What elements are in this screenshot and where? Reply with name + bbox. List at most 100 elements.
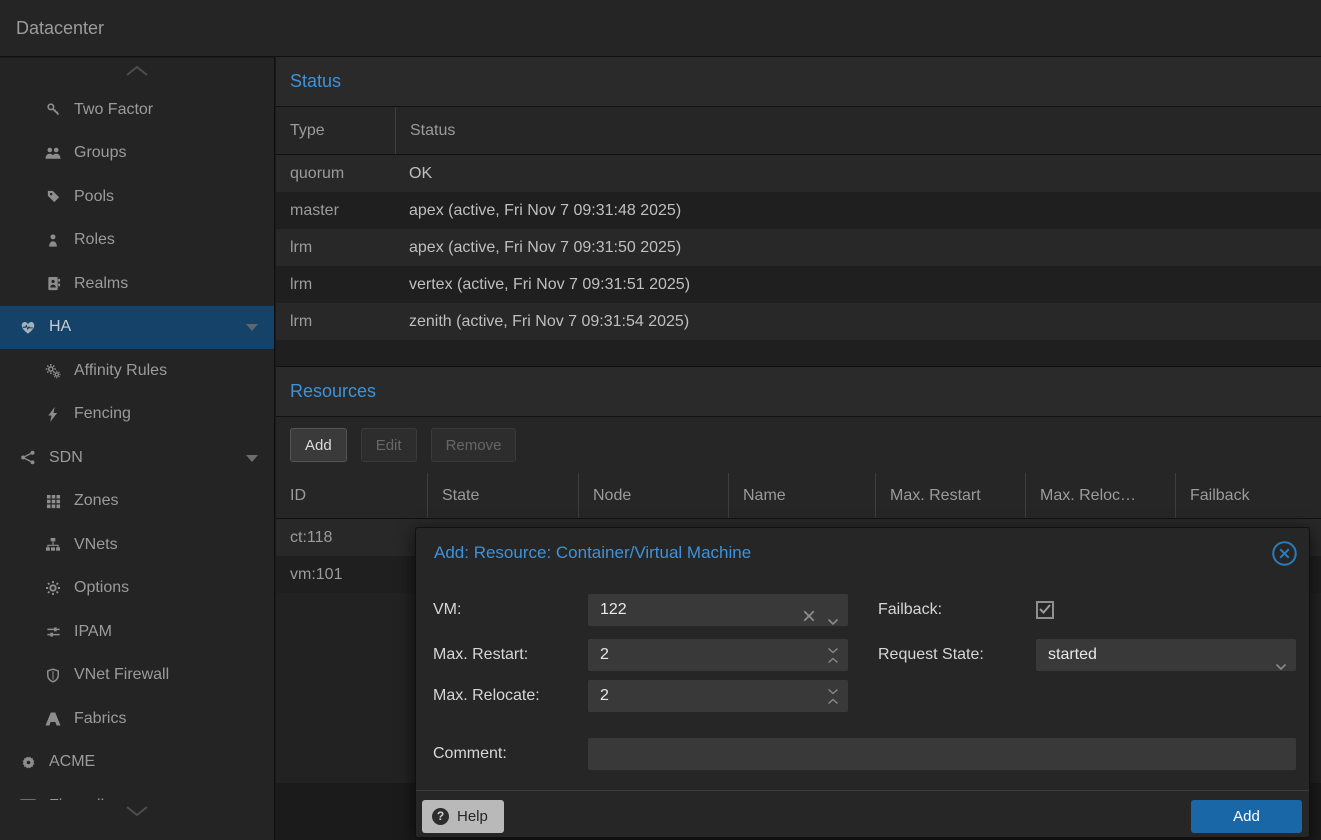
help-button[interactable]: ? Help [422, 800, 504, 833]
sidebar-item-label: Pools [74, 188, 114, 206]
request-state-value: started [1048, 646, 1097, 663]
failback-label: Failback: [878, 594, 942, 626]
resource-id-cell: vm:101 [276, 556, 427, 593]
column-header-name[interactable]: Name [728, 473, 875, 518]
dialog-title: Add: Resource: Container/Virtual Machine [434, 543, 751, 563]
spinner-down-icon[interactable] [827, 634, 839, 666]
column-header-max-restart[interactable]: Max. Restart [875, 473, 1025, 518]
max-relocate-label: Max. Relocate: [433, 680, 540, 712]
vm-combobox[interactable]: 122 [588, 594, 848, 626]
column-header-status[interactable]: Status [395, 107, 1321, 154]
sidebar-item-pools[interactable]: Pools [0, 175, 274, 219]
tags-icon [42, 189, 64, 204]
table-row[interactable]: master apex (active, Fri Nov 7 09:31:48 … [276, 192, 1321, 229]
status-type-cell: lrm [276, 266, 395, 303]
user-icon [42, 233, 64, 248]
chevron-down-icon[interactable] [246, 324, 258, 331]
sidebar-item-label: Roles [74, 231, 115, 249]
comment-input[interactable] [588, 738, 1296, 770]
table-row[interactable]: lrm vertex (active, Fri Nov 7 09:31:51 2… [276, 266, 1321, 303]
sidebar-item-two-factor[interactable]: Two Factor [0, 88, 274, 132]
table-row[interactable]: lrm zenith (active, Fri Nov 7 09:31:54 2… [276, 303, 1321, 340]
sidebar-item-fencing[interactable]: Fencing [0, 393, 274, 437]
sidebar-item-vnets[interactable]: VNets [0, 523, 274, 567]
column-header-max-relocate[interactable]: Max. Reloc… [1025, 473, 1175, 518]
chevron-down-icon[interactable] [246, 455, 258, 462]
sidebar-item-affinity-rules[interactable]: Affinity Rules [0, 349, 274, 393]
status-type-cell: lrm [276, 229, 395, 266]
sidebar-item-label: Zones [74, 492, 118, 510]
sidebar-item-label: Options [74, 579, 129, 597]
request-state-label: Request State: [878, 639, 984, 671]
column-header-type[interactable]: Type [276, 107, 395, 154]
sidebar-item-vnet-firewall[interactable]: VNet Firewall [0, 654, 274, 698]
column-header-failback[interactable]: Failback [1175, 473, 1321, 518]
status-value-cell: apex (active, Fri Nov 7 09:31:50 2025) [395, 229, 1321, 266]
column-header-id[interactable]: ID [276, 473, 427, 518]
users-icon [42, 146, 64, 160]
failback-checkbox[interactable] [1036, 601, 1054, 619]
sidebar-item-label: Realms [74, 275, 128, 293]
close-icon[interactable] [1270, 539, 1298, 567]
sidebar-item-firewall[interactable]: Firewall [0, 784, 274, 800]
dialog-footer-divider [416, 790, 1309, 791]
max-restart-label: Max. Restart: [433, 639, 528, 671]
sidebar-item-label: VNet Firewall [74, 666, 169, 684]
spinner-down-icon[interactable] [827, 675, 839, 707]
sidebar-item-sdn[interactable]: SDN [0, 436, 274, 480]
sidebar-item-options[interactable]: Options [0, 567, 274, 611]
column-header-node[interactable]: Node [578, 473, 728, 518]
max-relocate-spinner[interactable]: 2 [588, 680, 848, 712]
status-section-title: Status [290, 71, 341, 92]
question-mark-icon: ? [432, 808, 449, 825]
sidebar-item-realms[interactable]: Realms [0, 262, 274, 306]
max-relocate-value: 2 [600, 687, 609, 704]
status-section-header: Status [276, 57, 1321, 107]
sidebar-scroll-down[interactable] [0, 800, 274, 840]
app-window: Datacenter Two Factor Groups Pools Roles [0, 0, 1321, 840]
resources-toolbar: Add Edit Remove [276, 417, 1321, 473]
status-value-cell: apex (active, Fri Nov 7 09:31:48 2025) [395, 192, 1321, 229]
chevron-down-icon[interactable] [1275, 651, 1287, 683]
heartbeat-icon [17, 320, 39, 335]
sidebar-item-groups[interactable]: Groups [0, 132, 274, 176]
sidebar-scroll-up[interactable] [0, 58, 274, 88]
grid-icon [42, 494, 64, 509]
column-header-state[interactable]: State [427, 473, 578, 518]
sidebar-item-roles[interactable]: Roles [0, 219, 274, 263]
table-row[interactable]: lrm apex (active, Fri Nov 7 09:31:50 202… [276, 229, 1321, 266]
sidebar-item-fabrics[interactable]: Fabrics [0, 697, 274, 741]
status-value-cell: OK [395, 155, 1321, 192]
help-button-label: Help [457, 808, 488, 825]
shield-icon [42, 668, 64, 683]
sidebar-item-label: VNets [74, 536, 118, 554]
sidebar-item-label: Fabrics [74, 710, 126, 728]
gear-icon [42, 580, 64, 596]
resources-table-header: ID State Node Name Max. Restart Max. Rel… [276, 473, 1321, 519]
status-type-cell: lrm [276, 303, 395, 340]
edit-button[interactable]: Edit [361, 428, 417, 462]
sidebar-item-label: IPAM [74, 623, 112, 641]
status-table-empty-area [276, 340, 1321, 367]
table-row[interactable]: quorum OK [276, 155, 1321, 192]
dialog-header: Add: Resource: Container/Virtual Machine [416, 528, 1309, 581]
status-table: quorum OK master apex (active, Fri Nov 7… [276, 155, 1321, 367]
sidebar-item-acme[interactable]: ACME [0, 741, 274, 785]
request-state-select[interactable]: started [1036, 639, 1296, 671]
sidebar-item-ipam[interactable]: IPAM [0, 610, 274, 654]
status-type-cell: master [276, 192, 395, 229]
remove-button[interactable]: Remove [431, 428, 517, 462]
sidebar-item-label: ACME [49, 753, 95, 771]
max-restart-spinner[interactable]: 2 [588, 639, 848, 671]
sliders-icon [42, 625, 64, 639]
vm-label: VM: [433, 594, 461, 626]
sitemap-icon [42, 537, 64, 552]
sidebar-item-label: Fencing [74, 405, 131, 423]
sidebar-item-zones[interactable]: Zones [0, 480, 274, 524]
add-button[interactable]: Add [290, 428, 347, 462]
sidebar-item-ha[interactable]: HA [0, 306, 274, 350]
status-value-cell: zenith (active, Fri Nov 7 09:31:54 2025) [395, 303, 1321, 340]
dialog-add-button[interactable]: Add [1191, 800, 1302, 833]
clear-icon[interactable] [802, 603, 816, 635]
sidebar-item-label: Two Factor [74, 101, 153, 119]
